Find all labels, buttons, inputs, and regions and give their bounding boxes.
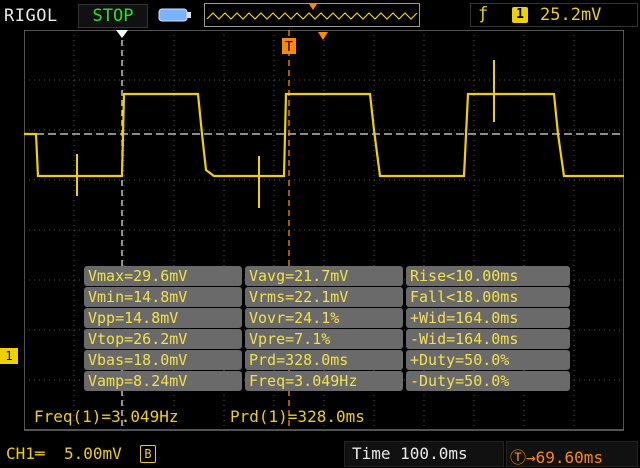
trigger-offset-value: Ⓣ→69.60ms — [510, 444, 603, 468]
measurement-row: Vtop=26.2mV Vpre=7.1% -Wid=164.0ms — [84, 329, 574, 349]
measurement-cell: Vpre=7.1% — [245, 329, 403, 349]
measurement-cell: Vtop=26.2mV — [84, 329, 242, 349]
measurement-cell: -Duty=50.0% — [406, 371, 570, 391]
dc-coupling-icon: ═ — [34, 444, 45, 463]
measurement-cell: Vavg=21.7mV — [245, 266, 403, 286]
frequency-readout: Freq(1)=3.049Hz — [34, 407, 179, 426]
channel1-name: CH1 — [6, 444, 35, 463]
memory-depth-icon — [158, 8, 191, 22]
trigger-offset-text: 69.60ms — [535, 448, 604, 467]
measurement-cell: Vrms=22.1mV — [245, 287, 403, 307]
channel1-label[interactable]: CH1═ — [6, 444, 45, 463]
measurement-row: Vamp=8.24mV Freq=3.049Hz -Duty=50.0% — [84, 371, 574, 391]
measurement-cell: Freq=3.049Hz — [245, 371, 403, 391]
measurement-cell: Prd=328.0ms — [245, 350, 403, 370]
measurement-table: Vmax=29.6mV Vavg=21.7mV Rise<10.00ms Vmi… — [84, 266, 574, 392]
measurement-cell: Vmax=29.6mV — [84, 266, 242, 286]
measurement-cell: Vovr=24.1% — [245, 308, 403, 328]
bandwidth-limit-badge: B — [140, 445, 156, 463]
measurement-cell: +Duty=50.0% — [406, 350, 570, 370]
measurement-cell: Rise<10.00ms — [406, 266, 570, 286]
run-stop-button[interactable]: STOP — [78, 4, 148, 28]
trigger-offset-icon: Ⓣ→ — [510, 448, 536, 467]
measurement-cell: Fall<18.00ms — [406, 287, 570, 307]
measurement-row: Vbas=18.0mV Prd=328.0ms +Duty=50.0% — [84, 350, 574, 370]
brand-label: RIGOL — [4, 6, 58, 26]
trigger-offset-arrow-icon — [318, 32, 328, 40]
trigger-level-value: 25.2mV — [540, 5, 602, 25]
svg-text:T: T — [285, 40, 293, 55]
timebase-value: Time 100.0ms — [352, 444, 468, 463]
measurement-cell: Vmin=14.8mV — [84, 287, 242, 307]
measurement-row: Vmax=29.6mV Vavg=21.7mV Rise<10.00ms — [84, 266, 574, 286]
trigger-channel-badge: 1 — [512, 7, 528, 23]
measurement-cell: +Wid=164.0ms — [406, 308, 570, 328]
period-readout: Prd(1)=328.0ms — [230, 407, 365, 426]
measurement-cell: Vamp=8.24mV — [84, 371, 242, 391]
cursor-arrow-icon — [116, 30, 128, 38]
measurement-row: Vpp=14.8mV Vovr=24.1% +Wid=164.0ms — [84, 308, 574, 328]
measurement-cell: -Wid=164.0ms — [406, 329, 570, 349]
waveform-overview — [206, 4, 418, 20]
waveform-overview-bar — [204, 3, 420, 27]
volts-per-div[interactable]: 5.00mV — [64, 444, 122, 463]
rising-edge-icon: ƒ — [478, 4, 489, 24]
measurement-row: Vmin=14.8mV Vrms=22.1mV Fall<18.00ms — [84, 287, 574, 307]
trigger-position-icon — [309, 4, 317, 10]
channel1-offset-marker[interactable]: 1 — [0, 348, 18, 364]
measurement-cell: Vbas=18.0mV — [84, 350, 242, 370]
measurement-cell: Vpp=14.8mV — [84, 308, 242, 328]
